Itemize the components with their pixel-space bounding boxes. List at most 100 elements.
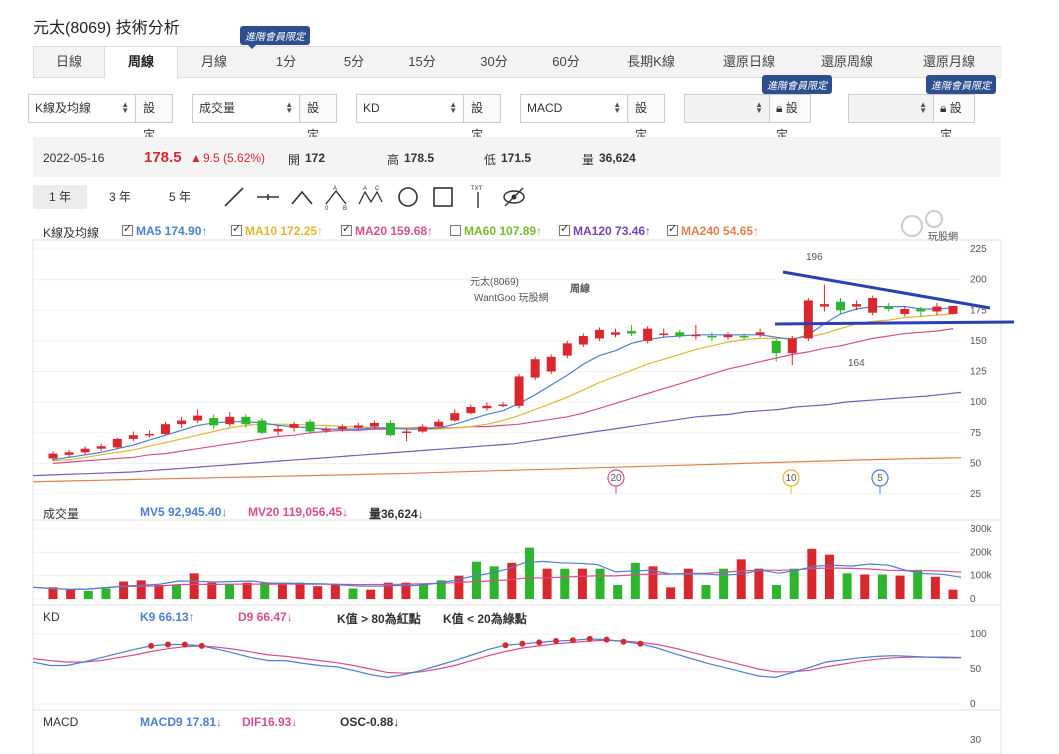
candle-body [321,429,331,431]
volume-bar [366,589,376,599]
candle-body [611,332,620,335]
volume-bar [807,548,817,599]
kd-axis-tick-label: 50 [970,664,982,675]
kd-overbought-dot [519,640,526,647]
volume-bar [101,588,111,599]
candle-body [96,446,106,449]
volume-bar [930,576,940,599]
candle-body [386,422,395,436]
volume-bar [560,568,570,599]
k-axis-tick-label: 75 [970,428,982,439]
chart-watermark-brand: WantGoo 玩股網 [474,291,549,304]
candle-body [739,335,749,338]
k-axis-tick-label: 50 [970,458,982,469]
candle-body [466,407,476,414]
ma-marker-label: 20 [610,473,622,484]
candle-body [337,426,347,430]
chart-frame [32,239,1002,754]
candle-body [80,448,90,453]
volume-bar [948,589,958,599]
candle-body [64,452,74,455]
k-axis-tick-label: 200 [970,275,987,286]
volume-bar [877,574,887,599]
ma20-line [52,328,954,464]
kd-overbought-dot [198,642,205,649]
candle-body [128,435,138,439]
volume-bar [736,559,746,599]
volume-bar [348,588,358,599]
volume-bar [224,583,234,599]
volume-bar [330,583,340,599]
kd-overbought-dot [569,637,576,644]
volume-bar [83,590,93,599]
candle-body [241,416,251,425]
brand-logo-text: 玩股網 [928,230,958,243]
macd-axis-tick-label: 30 [970,735,982,746]
volume-bar [595,568,605,599]
candle-body [369,422,379,427]
candle-body [755,332,765,335]
candle-body [161,424,170,434]
candle-body [546,356,556,372]
candle-body [723,334,733,338]
volume-bar [295,582,305,599]
vol-axis-tick-label: 0 [970,594,976,605]
brand-logo-icon [901,215,923,237]
volume-bar [860,574,870,599]
volume-bar [701,585,711,599]
k9-line [32,638,961,679]
annotation-period-label: 周線 [570,282,590,295]
candle-body [787,338,797,354]
kd-overbought-dot [553,638,560,644]
volume-bar [189,573,199,599]
stock-chart-svg: 225200175150125100755025元太(8069)WantGoo … [32,210,1015,754]
candle-body [209,418,219,426]
candle-body [434,421,444,427]
kd-axis-tick-label: 100 [970,629,987,640]
volume-bar [719,568,729,599]
volume-bar [172,585,182,599]
volume-bar [277,583,287,599]
candle-body [48,453,58,459]
volume-bar [842,573,852,599]
k-axis-tick-label: 125 [970,367,987,378]
candle-body [803,300,813,339]
candle-body [948,305,958,314]
candle-body [675,332,685,336]
candle-body [562,343,572,356]
vol-axis-tick-label: 200k [970,547,993,558]
candle-body [691,334,701,337]
candle-body [884,306,894,310]
k-axis-tick-label: 25 [970,489,982,500]
volume-bar [419,583,429,599]
candle-body [643,328,653,341]
candle-body [193,415,203,421]
volume-bar [207,582,217,599]
k-axis-tick-label: 100 [970,397,987,408]
volume-bar [913,569,923,599]
chart-watermark-name: 元太(8069) [470,275,519,288]
kd-overbought-dot [620,638,627,645]
volume-bar [666,587,676,599]
volume-bar [242,582,252,599]
kd-overbought-dot [586,635,593,642]
candle-body [819,304,829,307]
candle-body [482,405,492,409]
k-axis-tick-label: 150 [970,336,987,347]
kd-overbought-dot [181,641,188,648]
candle-body [771,340,781,354]
kd-overbought-dot [164,641,171,648]
candle-body [273,429,283,432]
candle-body [578,335,588,345]
volume-bar [66,589,76,599]
ma240-line [32,457,962,483]
candle-body [916,309,926,312]
annotation-support-label: 164 [848,358,865,369]
volume-bar [542,568,552,599]
kd-overbought-dot [637,640,644,647]
candle-body [225,416,235,425]
ma5-line [52,306,954,461]
brand-logo-icon-2 [925,210,943,228]
candle-body [177,420,187,425]
candle-body [707,335,717,338]
